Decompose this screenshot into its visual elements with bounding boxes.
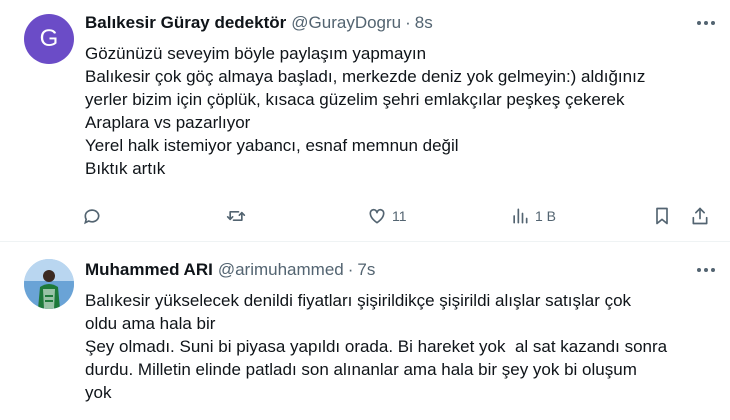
more-icon	[697, 21, 715, 25]
share-button[interactable]	[690, 204, 710, 228]
tweet-line: Gözünüzü seveyim böyle paylaşım yapmayın	[85, 44, 427, 63]
retweet-button[interactable]	[226, 204, 246, 228]
more-icon	[697, 268, 715, 272]
tweet-text: Gözünüzü seveyim böyle paylaşım yapmayın…	[85, 42, 710, 180]
user-handle[interactable]: @arimuhammed	[218, 260, 344, 280]
reply-icon	[84, 209, 100, 225]
tweet-header: Balıkesir Güray dedektör @GurayDogru · 8…	[85, 12, 433, 34]
tweet-line: yerler bizim için çöplük, kısaca güzelim…	[85, 90, 625, 109]
tweet[interactable]: Muhammed ARI @arimuhammed · 7s Balıkesir…	[0, 243, 730, 420]
tweet-actions: 11 1 B	[0, 204, 730, 228]
tweet[interactable]: G Balıkesir Güray dedektör @GurayDogru ·…	[0, 0, 730, 242]
timestamp[interactable]: 7s	[357, 260, 375, 280]
like-button[interactable]: 11	[367, 204, 407, 228]
share-icon	[692, 207, 708, 225]
tweet-line: Balıkesir yükselecek denildi fiyatları ş…	[85, 291, 632, 310]
tweet-line: Bıktık artık	[85, 159, 166, 178]
like-count: 11	[392, 208, 407, 224]
tweet-line: Balıkesir çok göç almaya başladı, merkez…	[85, 67, 646, 86]
avatar[interactable]	[24, 259, 74, 309]
display-name[interactable]: Balıkesir Güray dedektör	[85, 13, 286, 33]
separator: ·	[405, 13, 411, 32]
tweet-line: durdu. Milletin elinde patladı son alına…	[85, 360, 637, 379]
user-handle[interactable]: @GurayDogru	[291, 13, 401, 33]
bookmark-button[interactable]	[652, 204, 672, 228]
reply-button[interactable]	[82, 204, 102, 228]
retweet-icon	[226, 211, 246, 221]
tweet-line: Yerel halk istemiyor yabancı, esnaf memn…	[85, 136, 459, 155]
display-name[interactable]: Muhammed ARI	[85, 260, 213, 280]
timestamp[interactable]: 8s	[415, 13, 433, 33]
tweet-line: Şey olmadı. Suni bi piyasa yapıldı orada…	[85, 337, 668, 356]
views-icon	[513, 208, 528, 224]
avatar-letter: G	[39, 25, 59, 52]
tweet-line: yok	[85, 383, 112, 402]
bookmark-icon	[656, 207, 668, 225]
tweet-line: Araplara vs pazarlıyor	[85, 113, 251, 132]
avatar[interactable]: G	[24, 14, 74, 64]
views-button[interactable]: 1 B	[510, 204, 556, 228]
more-options-button[interactable]	[692, 260, 720, 280]
heart-icon	[369, 208, 385, 224]
profile-photo-icon	[24, 259, 74, 309]
views-count: 1 B	[535, 208, 557, 224]
tweet-header: Muhammed ARI @arimuhammed · 7s	[85, 259, 375, 281]
more-options-button[interactable]	[692, 13, 720, 33]
tweet-text: Balıkesir yükselecek denildi fiyatları ş…	[85, 289, 710, 404]
separator: ·	[347, 260, 354, 279]
tweet-line: oldu ama hala bir	[85, 314, 216, 333]
